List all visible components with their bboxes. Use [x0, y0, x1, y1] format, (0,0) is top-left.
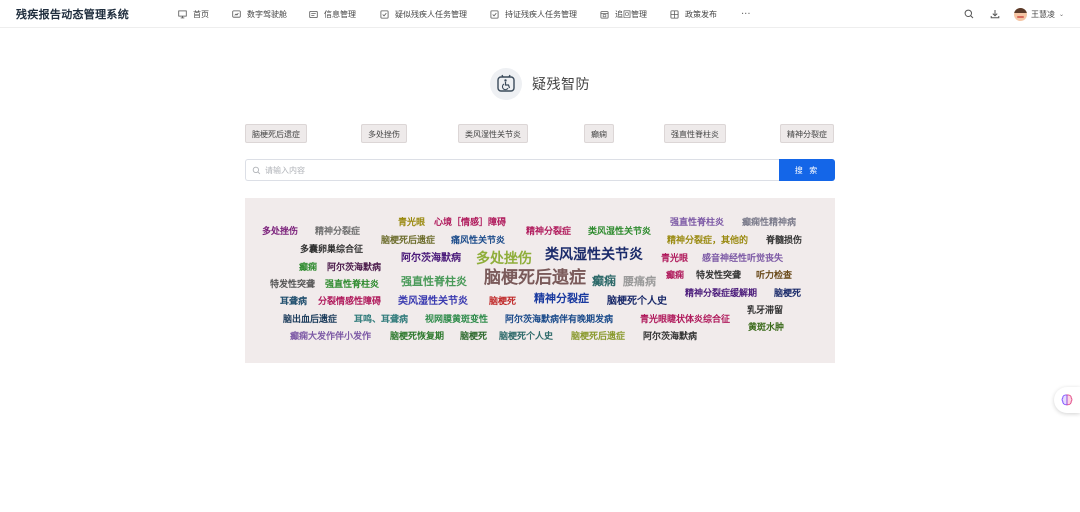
cloud-word[interactable]: 阿尔茨海默病: [401, 254, 461, 264]
search-input[interactable]: [265, 165, 745, 175]
cloud-word[interactable]: 耳鸣、耳聋病: [354, 316, 408, 325]
cloud-word[interactable]: 强直性脊柱炎: [325, 281, 379, 290]
search-field[interactable]: [245, 159, 779, 181]
cloud-word[interactable]: 癫痫大发作伴小发作: [290, 333, 371, 342]
header-tools: 王慧凌 ⌄: [948, 0, 1064, 28]
cloud-word[interactable]: 多处挫伤: [476, 252, 532, 266]
dashboard-icon: [232, 9, 241, 19]
ai-assistant-button[interactable]: [1054, 387, 1080, 413]
avatar[interactable]: [1013, 7, 1027, 21]
cloud-word[interactable]: 脑梗死恢复期: [390, 333, 444, 342]
cloud-word[interactable]: 癫痫性精神病: [742, 219, 796, 228]
word-cloud: 多处挫伤 精神分裂症 青光眼 心境［情感］障碍 精神分裂症 类风湿性关节炎 强直…: [245, 198, 835, 363]
hot-tag[interactable]: 类风湿性关节炎: [458, 124, 528, 143]
hot-tag[interactable]: 精神分裂症: [780, 124, 834, 143]
top-bar: 残疾报告动态管理系统 首页 数字驾驶舱 信息管理 疑似残疾人任务管理 持证残疾人…: [0, 0, 1080, 28]
nav-label: 疑似残疾人任务管理: [395, 9, 467, 19]
cloud-word[interactable]: 脑梗死后遗症: [571, 333, 625, 342]
cloud-word[interactable]: 阿尔茨海默病伴有晚期发病: [505, 316, 613, 325]
hot-tag[interactable]: 脑梗死后遗症: [245, 124, 307, 143]
cloud-word[interactable]: 脑梗死: [489, 298, 516, 307]
cloud-word[interactable]: 阿尔茨海默病: [327, 264, 381, 273]
nav-item-suspected-task[interactable]: 疑似残疾人任务管理: [380, 9, 467, 20]
nav-label: 首页: [193, 9, 209, 19]
cloud-word[interactable]: 黄斑水肿: [748, 324, 784, 333]
logo-title: 疑残智防: [532, 77, 590, 93]
nav-item-home[interactable]: 首页: [178, 9, 209, 20]
grid-icon: [670, 9, 679, 19]
checkbox-icon: [490, 9, 499, 19]
cloud-word[interactable]: 感音神经性听觉丧失: [702, 255, 783, 264]
nav-label: 信息管理: [324, 9, 356, 19]
search-icon: [252, 166, 261, 175]
cloud-word[interactable]: 青光眼: [661, 255, 688, 264]
cloud-word[interactable]: 青光眼睫状体炎综合征: [640, 316, 730, 325]
cloud-word[interactable]: 多处挫伤: [262, 228, 298, 237]
cloud-word[interactable]: 阿尔茨海默病: [643, 333, 697, 342]
app-title: 残疾报告动态管理系统: [16, 8, 129, 21]
cloud-word[interactable]: 多囊卵巢综合征: [300, 246, 363, 255]
hot-tag[interactable]: 多处挫伤: [361, 124, 407, 143]
cloud-word[interactable]: 类风湿性关节炎: [545, 248, 643, 262]
cloud-word[interactable]: 精神分裂症缓解期: [685, 290, 757, 299]
nav-label: 政策发布: [685, 9, 717, 19]
cloud-word[interactable]: 脑梗死个人史: [607, 297, 667, 307]
nav-label: 持证残疾人任务管理: [505, 9, 577, 19]
checkbox-icon: [380, 9, 389, 19]
nav-item-recovery[interactable]: 追回管理: [600, 9, 647, 20]
cloud-word[interactable]: 类风湿性关节炎: [588, 228, 651, 237]
cloud-word[interactable]: 脑梗死后遗症: [381, 237, 435, 246]
user-name[interactable]: 王慧凌: [1031, 9, 1055, 20]
cloud-word[interactable]: 精神分裂症: [526, 228, 571, 237]
cloud-word[interactable]: 特发性突聋: [696, 272, 741, 281]
cloud-word[interactable]: 类风湿性关节炎: [398, 297, 468, 307]
cloud-word[interactable]: 乳牙滞留: [747, 307, 783, 316]
cloud-word[interactable]: 强直性脊柱炎: [401, 276, 467, 287]
cloud-word[interactable]: 心境［情感］障碍: [434, 219, 506, 228]
cloud-word[interactable]: 视网膜黄斑变性: [425, 316, 488, 325]
cloud-word[interactable]: 强直性脊柱炎: [670, 219, 724, 228]
nav-more-button[interactable]: ···: [741, 9, 751, 20]
info-card-icon: [309, 10, 318, 19]
cloud-word[interactable]: 脑梗死: [774, 290, 801, 299]
logo-block: 疑残智防: [490, 68, 590, 100]
download-icon[interactable]: [990, 9, 1000, 19]
hot-tag[interactable]: 癫痫: [584, 124, 614, 143]
cloud-word[interactable]: 癫痫: [592, 275, 616, 287]
main-nav: 首页 数字驾驶舱 信息管理 疑似残疾人任务管理 持证残疾人任务管理 追回管理 政…: [178, 0, 751, 28]
nav-item-certified-task[interactable]: 持证残疾人任务管理: [490, 9, 577, 20]
search-button[interactable]: 搜 索: [779, 159, 835, 181]
accessibility-icon: [490, 68, 522, 100]
brain-icon: [1060, 393, 1074, 407]
hot-tag[interactable]: 强直性脊柱炎: [664, 124, 726, 143]
chevron-down-icon[interactable]: ⌄: [1059, 11, 1064, 18]
nav-label: 数字驾驶舱: [247, 9, 287, 19]
cloud-word[interactable]: 脑梗死个人史: [499, 333, 553, 342]
cloud-word[interactable]: 脊髓损伤: [766, 237, 802, 246]
cloud-word[interactable]: 分裂情感性障碍: [318, 298, 381, 307]
cloud-word[interactable]: 脑出血后遗症: [283, 316, 337, 325]
cloud-word[interactable]: 脑梗死后遗症: [484, 270, 586, 287]
cloud-word[interactable]: 脑梗死: [460, 333, 487, 342]
cloud-word[interactable]: 青光眼: [398, 219, 425, 228]
cloud-word[interactable]: 精神分裂症，其他的: [667, 237, 748, 246]
cloud-word[interactable]: 特发性突聋: [270, 281, 315, 290]
nav-item-info-management[interactable]: 信息管理: [309, 9, 356, 20]
cloud-word[interactable]: 癫痫: [666, 272, 684, 281]
nav-label: 追回管理: [615, 9, 647, 19]
cloud-word[interactable]: 精神分裂症: [534, 293, 589, 304]
calendar-icon: [600, 10, 609, 19]
nav-item-digital-cockpit[interactable]: 数字驾驶舱: [232, 9, 287, 20]
cloud-word[interactable]: 精神分裂症: [315, 228, 360, 237]
cloud-word[interactable]: 癫痫: [299, 264, 317, 273]
cloud-word[interactable]: 痛风性关节炎: [451, 237, 505, 246]
cloud-word[interactable]: 听力检查: [756, 272, 792, 281]
nav-item-policy[interactable]: 政策发布: [670, 9, 717, 20]
cloud-word[interactable]: 腰痛病: [623, 276, 656, 287]
search-icon[interactable]: [964, 9, 974, 19]
monitor-icon: [178, 9, 187, 19]
cloud-word[interactable]: 耳聋病: [280, 298, 307, 307]
